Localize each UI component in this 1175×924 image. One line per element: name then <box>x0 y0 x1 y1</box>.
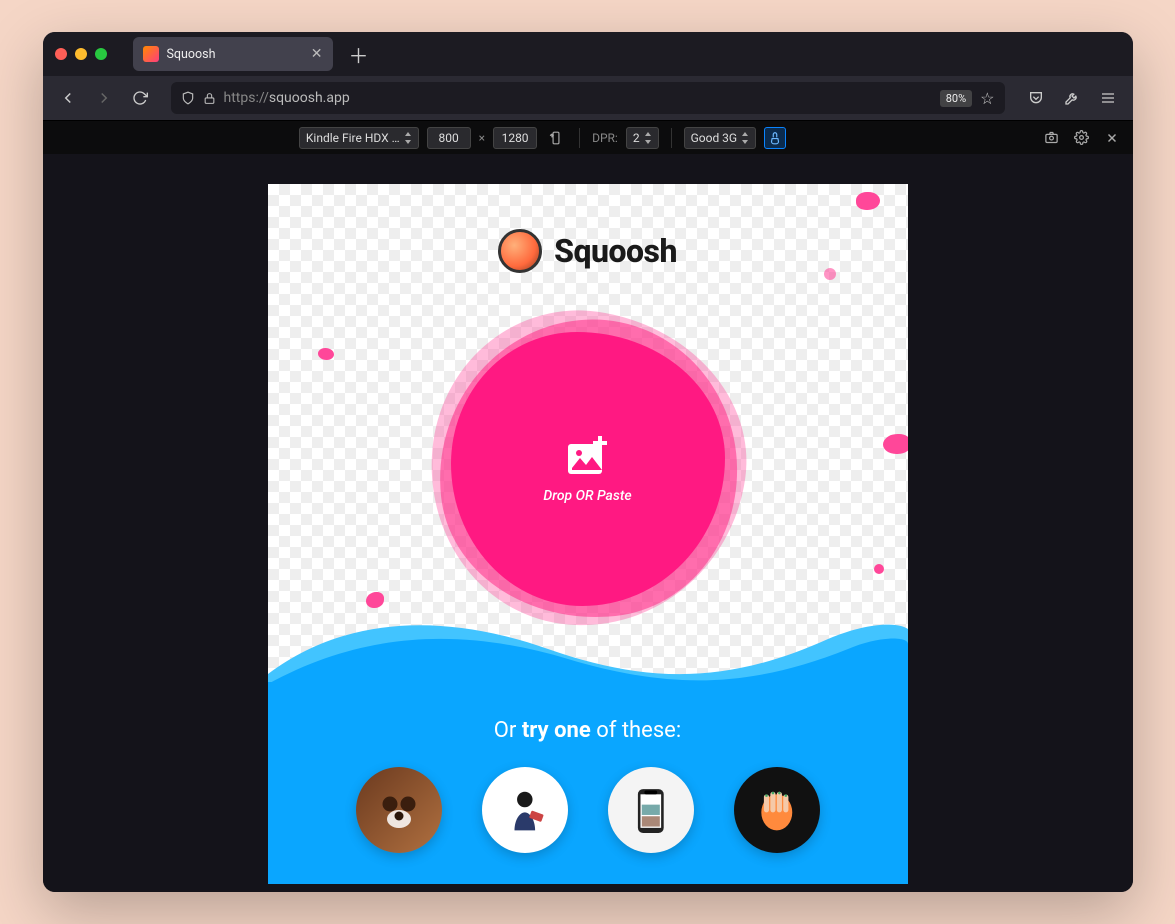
touch-simulation-button[interactable] <box>764 127 786 149</box>
toolbar: https://squoosh.app 80% ☆ <box>43 76 1133 120</box>
dpr-select[interactable]: 2 <box>626 127 659 149</box>
drop-zone[interactable]: Drop OR Paste <box>443 324 733 614</box>
favicon-icon <box>143 46 159 62</box>
menu-button[interactable] <box>1093 83 1123 113</box>
url-text: https://squoosh.app <box>224 90 932 106</box>
app-name: Squoosh <box>554 232 677 270</box>
sample-illustration[interactable] <box>482 767 568 853</box>
throttle-value: Good 3G <box>691 131 738 145</box>
reload-button[interactable] <box>125 83 155 113</box>
shield-icon <box>181 91 195 105</box>
pocket-icon[interactable] <box>1021 83 1051 113</box>
viewport-height-input[interactable]: 1280 <box>493 127 537 149</box>
samples-heading-prefix: Or <box>494 718 522 743</box>
tab-strip: Squoosh ✕ ＋ <box>43 32 1133 76</box>
samples-section: Or try one of these: <box>268 664 908 884</box>
tab-title: Squoosh <box>167 47 303 62</box>
samples-heading: Or try one of these: <box>268 682 908 743</box>
dpr-label: DPR: <box>592 131 618 145</box>
back-button[interactable] <box>53 83 83 113</box>
rotate-viewport-button[interactable] <box>545 127 567 149</box>
viewport-width-input[interactable]: 800 <box>427 127 471 149</box>
browser-tab[interactable]: Squoosh ✕ <box>133 37 333 71</box>
device-settings-button[interactable] <box>1071 127 1093 149</box>
screenshot-button[interactable] <box>1041 127 1063 149</box>
browser-window: Squoosh ✕ ＋ https://squoosh.app 80% ☆ <box>43 32 1133 892</box>
bookmark-star-icon[interactable]: ☆ <box>980 89 994 108</box>
app-logo: Squoosh <box>268 184 908 273</box>
decorative-dot <box>874 564 884 574</box>
wave-shape <box>268 604 908 694</box>
zoom-badge[interactable]: 80% <box>940 90 972 107</box>
sample-photo[interactable] <box>356 767 442 853</box>
minimize-window-button[interactable] <box>75 48 87 60</box>
samples-heading-bold: try one <box>522 718 591 743</box>
wrench-icon[interactable] <box>1057 83 1087 113</box>
lock-icon <box>203 92 216 105</box>
forward-button[interactable] <box>89 83 119 113</box>
window-controls <box>55 48 107 60</box>
decorative-dot <box>883 434 908 454</box>
url-protocol: https:// <box>224 90 269 106</box>
dpr-value: 2 <box>633 131 640 145</box>
drop-zone-label: Drop OR Paste <box>543 488 631 504</box>
device-select-label: Kindle Fire HDX … <box>306 131 400 145</box>
new-tab-button[interactable]: ＋ <box>341 40 377 69</box>
url-host: squoosh.app <box>269 90 350 106</box>
maximize-window-button[interactable] <box>95 48 107 60</box>
close-device-mode-button[interactable] <box>1101 127 1123 149</box>
page-content: Squoosh <box>268 184 908 884</box>
dimension-multiply: × <box>479 131 485 145</box>
samples-heading-suffix: of these: <box>591 718 681 743</box>
close-window-button[interactable] <box>55 48 67 60</box>
device-select[interactable]: Kindle Fire HDX … <box>299 127 419 149</box>
add-image-icon <box>564 434 612 478</box>
device-toolbar: Kindle Fire HDX … 800 × 1280 DPR: 2 Good… <box>43 120 1133 154</box>
logo-mark-icon <box>498 229 542 273</box>
throttle-select[interactable]: Good 3G <box>684 127 757 149</box>
sample-device-screenshot[interactable] <box>608 767 694 853</box>
decorative-dot <box>318 348 334 360</box>
close-tab-button[interactable]: ✕ <box>311 46 323 62</box>
url-bar[interactable]: https://squoosh.app 80% ☆ <box>171 82 1005 114</box>
sample-hand-squeeze[interactable] <box>734 767 820 853</box>
viewport: Squoosh <box>43 154 1133 892</box>
